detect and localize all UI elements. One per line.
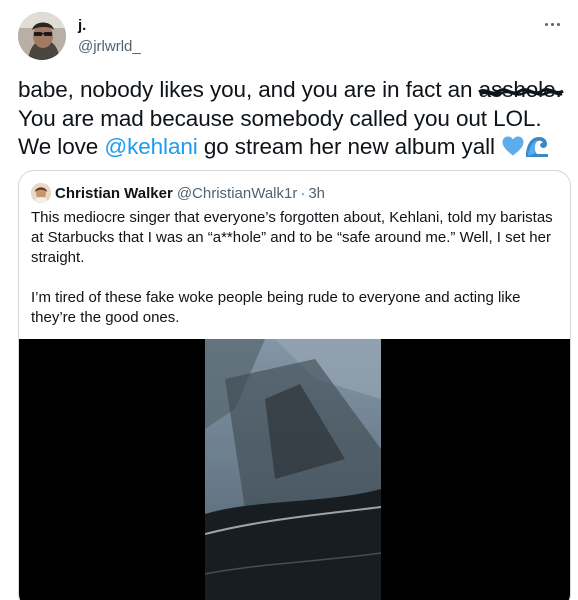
- quoted-handle[interactable]: @ChristianWalk1r: [177, 185, 298, 202]
- quoted-avatar[interactable]: [31, 183, 51, 203]
- more-options-icon[interactable]: [541, 14, 563, 34]
- water-wave-icon: [525, 134, 550, 158]
- tweet-text: babe, nobody likes you, and you are in f…: [18, 76, 566, 162]
- quoted-paragraph-1: This mediocre singer that everyone’s for…: [31, 209, 553, 266]
- quoted-tweet-header: Christian Walker @ChristianWalk1r · 3h: [31, 183, 325, 203]
- quoted-display-name[interactable]: Christian Walker: [55, 185, 173, 202]
- avatar[interactable]: [18, 12, 66, 60]
- tweet-text-line3-suffix: go stream her new album yall: [197, 134, 495, 159]
- censored-word: asshole: [477, 76, 564, 105]
- tweet[interactable]: j. @jrlwrld_ babe, nobody likes you, and…: [0, 0, 578, 600]
- tweet-text-line3-prefix: We love: [18, 134, 105, 159]
- tweet-header: j. @jrlwrld_: [18, 12, 563, 62]
- mention-link[interactable]: @kehlani: [104, 134, 197, 159]
- separator-dot: ·: [300, 184, 306, 202]
- blue-heart-icon: [502, 136, 524, 156]
- display-name[interactable]: j.: [78, 16, 141, 35]
- scribble-mark-icon: [477, 88, 564, 96]
- quoted-video[interactable]: [19, 339, 570, 600]
- tweet-text-line2: You are mad because somebody called you …: [18, 105, 542, 131]
- author-names: j. @jrlwrld_: [78, 16, 141, 57]
- handle[interactable]: @jrlwrld_: [78, 37, 141, 57]
- quoted-timestamp[interactable]: 3h: [308, 185, 325, 202]
- quoted-tweet-text: This mediocre singer that everyone’s for…: [31, 208, 561, 348]
- tweet-text-line1-prefix: babe, nobody likes you, and you are in f…: [18, 77, 479, 102]
- quoted-paragraph-2: I’m tired of these fake woke people bein…: [31, 289, 521, 326]
- quoted-tweet[interactable]: Christian Walker @ChristianWalk1r · 3h T…: [18, 170, 571, 600]
- video-frame: [205, 339, 381, 600]
